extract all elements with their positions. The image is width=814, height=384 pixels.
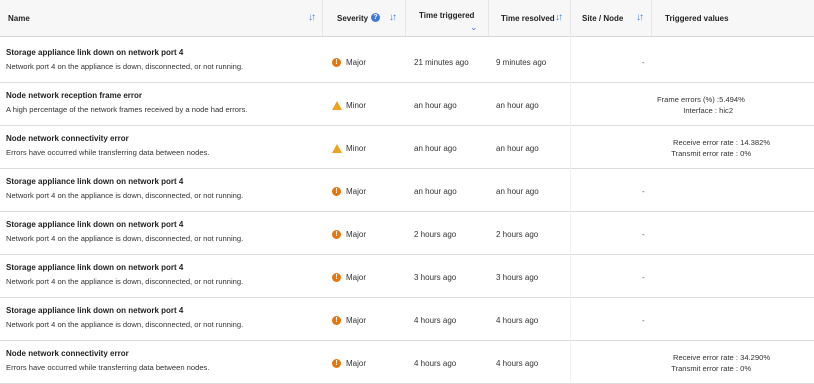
column-label-time-resolved: Time resolved (501, 14, 555, 23)
time-resolved: 4 hours ago (496, 316, 539, 325)
resolved-alerts-table: Name ↓↑ Severity ? ↓↑ Time triggered ⌄ T… (0, 0, 814, 384)
table-row[interactable]: Storage appliance link down on network p… (0, 40, 814, 83)
table-row[interactable]: Node network connectivity error Errors h… (0, 126, 814, 169)
sort-descending-chevron-icon[interactable]: ⌄ (470, 22, 478, 33)
alert-description: Network port 4 on the appliance is down,… (6, 234, 244, 243)
column-header-time-triggered[interactable]: Time triggered (419, 0, 497, 36)
site-node: - (642, 187, 645, 196)
triggered-value-key: Receive error rate : (673, 353, 738, 362)
alert-name[interactable]: Storage appliance link down on network p… (6, 48, 183, 57)
triggered-value-key: Transmit error rate : (671, 364, 738, 373)
time-resolved: an hour ago (496, 187, 539, 196)
site-node: - (642, 58, 645, 67)
major-icon: ! (332, 230, 341, 239)
alert-description: Network port 4 on the appliance is down,… (6, 277, 244, 286)
sort-site-node-icon[interactable]: ↓↑ (636, 12, 644, 23)
column-header-triggered-values: Triggered values (665, 0, 805, 36)
alert-description: Network port 4 on the appliance is down,… (6, 62, 244, 71)
sort-severity-icon[interactable]: ↓↑ (389, 12, 397, 23)
triggered-value-key: Receive error rate : (673, 138, 738, 147)
alert-description: Network port 4 on the appliance is down,… (6, 191, 244, 200)
column-header-site-node[interactable]: Site / Node (582, 0, 642, 36)
table-row[interactable]: Storage appliance link down on network p… (0, 298, 814, 341)
time-resolved: 4 hours ago (496, 359, 539, 368)
table-row[interactable]: Storage appliance link down on network p… (0, 212, 814, 255)
triggered-value: 0% (740, 364, 752, 373)
site-node: - (642, 316, 645, 325)
triggered-value: 34.290% (740, 353, 771, 362)
minor-icon (332, 101, 342, 110)
table-row[interactable]: Storage appliance link down on network p… (0, 255, 814, 298)
triggered-value: 5.494% (719, 95, 745, 104)
sort-time-resolved-icon[interactable]: ↓↑ (555, 12, 563, 23)
time-triggered: an hour ago (414, 101, 457, 110)
alert-name[interactable]: Storage appliance link down on network p… (6, 306, 183, 315)
info-icon[interactable]: ? (371, 13, 380, 22)
time-resolved: 2 hours ago (496, 230, 539, 239)
severity-label: Minor (346, 144, 367, 153)
column-label-triggered-values: Triggered values (665, 14, 729, 23)
triggered-values: Receive error rate : 34.290% Transmit err… (662, 353, 770, 375)
column-label-time-triggered: Time triggered (419, 11, 475, 20)
time-triggered: 3 hours ago (414, 273, 457, 282)
column-label-severity: Severity (337, 14, 369, 23)
time-triggered: an hour ago (414, 144, 457, 153)
triggered-value: hic2 (719, 106, 734, 115)
major-icon: ! (332, 187, 341, 196)
time-triggered: an hour ago (414, 187, 457, 196)
time-triggered: 21 minutes ago (414, 58, 469, 67)
time-triggered: 2 hours ago (414, 230, 457, 239)
triggered-value: 0% (740, 149, 752, 158)
alert-name[interactable]: Storage appliance link down on network p… (6, 220, 183, 229)
alert-name[interactable]: Storage appliance link down on network p… (6, 263, 183, 272)
alert-name[interactable]: Node network reception frame error (6, 91, 142, 100)
alert-name[interactable]: Node network connectivity error (6, 349, 129, 358)
triggered-value: 14.382% (740, 138, 771, 147)
sort-name-icon[interactable]: ↓↑ (308, 12, 316, 23)
time-triggered: 4 hours ago (414, 359, 457, 368)
column-label-site-node: Site / Node (582, 14, 624, 23)
time-triggered: 4 hours ago (414, 316, 457, 325)
time-resolved: an hour ago (496, 144, 539, 153)
severity-label: Minor (346, 101, 367, 110)
site-node: - (642, 273, 645, 282)
triggered-values: Receive error rate : 14.382% Transmit err… (662, 138, 770, 160)
severity-label: Major (346, 58, 367, 67)
major-icon: ! (332, 316, 341, 325)
table-row[interactable]: Node network reception frame error A hig… (0, 83, 814, 126)
alert-description: Errors have occurred while transferring … (6, 363, 210, 372)
table-header: Name ↓↑ Severity ? ↓↑ Time triggered ⌄ T… (0, 0, 814, 37)
alert-description: Errors have occurred while transferring … (6, 148, 210, 157)
major-icon: ! (332, 359, 341, 368)
site-node: - (642, 230, 645, 239)
alert-description: Network port 4 on the appliance is down,… (6, 320, 244, 329)
column-label-name: Name (8, 14, 30, 23)
triggered-value-key: Interface : (683, 106, 717, 115)
time-resolved: 9 minutes ago (496, 58, 547, 67)
triggered-value-key: Frame errors (%) : (657, 95, 720, 104)
severity-label: Major (346, 273, 367, 282)
severity-label: Major (346, 187, 367, 196)
major-icon: ! (332, 273, 341, 282)
column-header-time-resolved[interactable]: Time resolved (501, 0, 581, 36)
alert-description: A high percentage of the network frames … (6, 105, 248, 114)
triggered-values: Frame errors (%) : 5.494% Interface : hic… (657, 95, 745, 117)
severity-label: Major (346, 316, 367, 325)
minor-icon (332, 144, 342, 153)
severity-label: Major (346, 359, 367, 368)
time-resolved: 3 hours ago (496, 273, 539, 282)
time-resolved: an hour ago (496, 101, 539, 110)
alert-name[interactable]: Storage appliance link down on network p… (6, 177, 183, 186)
table-row[interactable]: Storage appliance link down on network p… (0, 169, 814, 212)
triggered-value-key: Transmit error rate : (671, 149, 738, 158)
alert-name[interactable]: Node network connectivity error (6, 134, 129, 143)
column-header-name[interactable]: Name (8, 0, 298, 36)
table-row[interactable]: Node network connectivity error Errors h… (0, 341, 814, 384)
severity-label: Major (346, 230, 367, 239)
major-icon: ! (332, 58, 341, 67)
